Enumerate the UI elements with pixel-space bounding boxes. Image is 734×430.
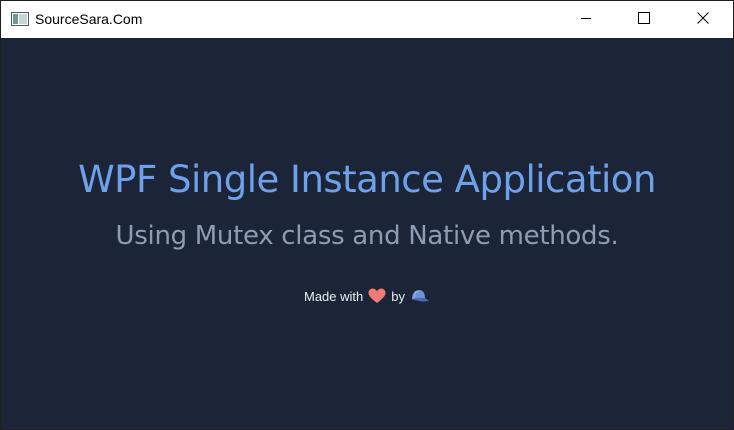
minimize-button[interactable] <box>557 1 615 38</box>
maximize-button[interactable] <box>615 1 673 38</box>
window-app-icon[interactable] <box>11 12 29 26</box>
close-button[interactable] <box>674 1 732 38</box>
window-title: SourceSara.Com <box>35 11 143 27</box>
minimize-icon <box>580 11 592 29</box>
heart-icon <box>368 288 386 304</box>
by-text: by <box>391 288 405 304</box>
cap-icon <box>410 288 430 304</box>
maximize-icon <box>638 11 650 29</box>
close-icon <box>697 11 709 29</box>
made-with-text: Made with <box>304 288 364 304</box>
main-content: WPF Single Instance Application Using Mu… <box>1 38 733 429</box>
page-subtitle: Using Mutex class and Native methods. <box>115 221 619 251</box>
credit-line: Made with by <box>1 288 733 304</box>
page-title: WPF Single Instance Application <box>78 158 656 201</box>
app-window: SourceSara.Com WPF Single Instance Appli… <box>0 0 734 430</box>
title-bar[interactable]: SourceSara.Com <box>1 1 733 38</box>
